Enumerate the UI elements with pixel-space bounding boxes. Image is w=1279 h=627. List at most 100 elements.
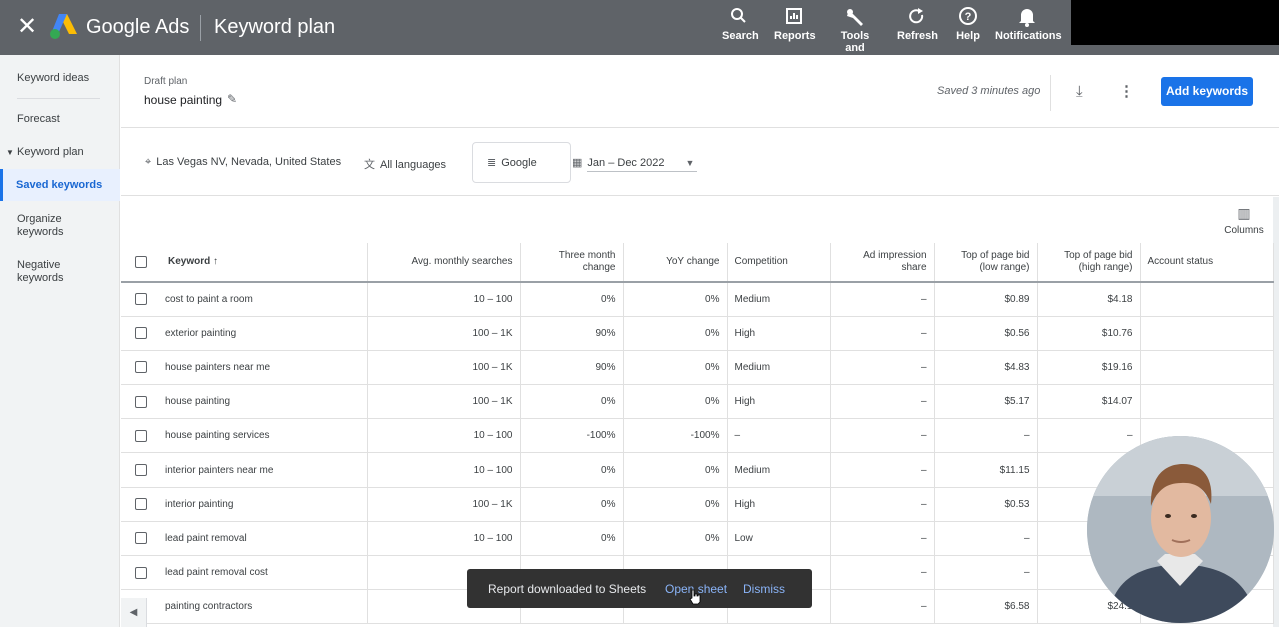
row-checkbox[interactable] (135, 327, 147, 340)
sidebar-item-keyword-plan[interactable]: ▼ Keyword plan (6, 146, 84, 159)
three-month-header[interactable]: Three month change (520, 243, 624, 283)
row-checkbox[interactable] (135, 429, 147, 442)
refresh-label: Refresh (897, 30, 938, 42)
yoy-header[interactable]: YoY change (623, 243, 728, 283)
refresh-button[interactable]: Refresh (897, 6, 938, 42)
dismiss-link[interactable]: Dismiss (743, 582, 785, 596)
sidebar-item-label: Keyword plan (16, 146, 84, 158)
more-vert-icon[interactable]: ⋮ (1119, 82, 1134, 100)
sidebar-item-negative-keywords[interactable]: Negative keywords (17, 259, 87, 285)
competition-cell: Medium (727, 350, 831, 386)
sidebar-item-label: Saved keywords (16, 179, 103, 191)
competition-cell: Medium (727, 282, 831, 317)
ad-share-cell: – (830, 521, 935, 557)
plan-name[interactable]: house painting (144, 93, 222, 107)
avg-searches-cell: 100 – 1K (367, 487, 521, 522)
row-checkbox[interactable] (135, 293, 147, 306)
edit-pencil-icon[interactable]: ✎ (227, 92, 237, 106)
translate-icon: 文 (364, 159, 375, 171)
avg-searches-cell: 100 – 1K (367, 350, 521, 386)
date-range-filter[interactable]: ▦ Jan – Dec 2022 ▼ (572, 156, 694, 169)
language-value: All languages (380, 159, 447, 171)
location-filter[interactable]: ⌖ Las Vegas NV, Nevada, United States (145, 156, 341, 169)
saved-status: Saved 3 minutes ago (937, 85, 1041, 97)
table-row[interactable]: house painters near me 100 – 1K 90% 0% Mediu… (121, 350, 1274, 386)
avg-searches-cell: 100 – 1K (367, 316, 521, 351)
columns-icon: ▥ (1237, 205, 1251, 221)
row-checkbox[interactable] (135, 395, 147, 408)
ad-share-cell: – (830, 555, 935, 591)
search-icon (731, 8, 746, 23)
help-label: Help (956, 30, 980, 42)
network-filter-label[interactable]: ≣ Google (487, 156, 537, 169)
reports-icon (786, 8, 802, 24)
row-select-cell (121, 521, 161, 557)
top-app-bar: ✕ Google Ads Keyword plan Search Reports… (0, 0, 1279, 66)
search-tool-button[interactable]: Search (722, 6, 759, 42)
row-select-cell (121, 350, 161, 386)
scroll-left-button[interactable]: ◀ (121, 598, 147, 627)
three-month-cell: 0% (520, 282, 624, 317)
table-row[interactable]: cost to paint a room 10 – 100 0% 0% Medium – $… (121, 282, 1274, 317)
keyword-cell: painting contractors (161, 589, 368, 625)
sidebar-item-organize-keywords[interactable]: Organize keywords (17, 213, 87, 239)
search-network-icon: ≣ (487, 157, 497, 169)
reports-tool-button[interactable]: Reports (774, 6, 816, 42)
ad-share-cell: – (830, 487, 935, 522)
yoy-cell: 0% (623, 282, 728, 317)
select-all-checkbox[interactable] (135, 255, 147, 268)
select-all-cell (121, 243, 161, 283)
bid-high-header[interactable]: Top of page bid (high range) (1037, 243, 1141, 283)
keyword-header[interactable]: Keyword ↑ (161, 243, 368, 283)
ad-share-cell: – (830, 350, 935, 386)
bid-low-cell: – (934, 555, 1038, 591)
location-pin-icon: ⌖ (145, 156, 152, 168)
three-month-cell: -100% (520, 418, 624, 454)
ad-share-cell: – (830, 418, 935, 454)
yoy-cell: 0% (623, 452, 728, 488)
table-row[interactable]: house painting 100 – 1K 0% 0% High – $5.17 $14.… (121, 384, 1274, 420)
row-select-cell (121, 384, 161, 420)
bid-low-header[interactable]: Top of page bid (low range) (934, 243, 1038, 283)
caret-down-icon: ▼ (6, 148, 14, 157)
bell-icon (1019, 9, 1035, 27)
language-filter[interactable]: 文 All languages (364, 156, 446, 172)
row-checkbox[interactable] (135, 464, 147, 477)
avg-searches-header[interactable]: Avg. monthly searches (367, 243, 521, 283)
bid-low-cell: $0.89 (934, 282, 1038, 317)
sidebar-item-keyword-ideas[interactable]: Keyword ideas (17, 72, 89, 85)
add-keywords-button[interactable]: Add keywords (1161, 77, 1253, 106)
download-icon[interactable]: ⤓ (1076, 83, 1083, 100)
ad-share-cell: – (830, 282, 935, 317)
ad-share-cell: – (830, 316, 935, 351)
notifications-button[interactable]: Notifications (995, 6, 1062, 42)
wrench-icon (847, 9, 863, 26)
columns-button[interactable]: ▥ Columns (1219, 205, 1269, 236)
keyword-cell: lead paint removal cost (161, 555, 368, 591)
row-checkbox[interactable] (135, 498, 147, 511)
competition-header[interactable]: Competition (727, 243, 831, 283)
keyword-cell: house painters near me (161, 350, 368, 386)
three-month-cell: 0% (520, 384, 624, 420)
competition-cell: Medium (727, 452, 831, 488)
help-button[interactable]: ? Help (954, 6, 982, 42)
sidebar-item-saved-keywords[interactable]: Saved keywords (0, 169, 120, 201)
close-icon[interactable]: ✕ (17, 14, 37, 40)
account-status-header[interactable]: Account status (1140, 243, 1274, 283)
table-row[interactable]: house painting services 10 – 100 -100% -100… (121, 418, 1274, 454)
row-checkbox[interactable] (135, 566, 147, 579)
keyword-cell: house painting services (161, 418, 368, 454)
notifications-label: Notifications (995, 30, 1062, 42)
row-checkbox[interactable] (135, 532, 147, 545)
competition-cell: High (727, 316, 831, 351)
keyword-cell: house painting (161, 384, 368, 420)
competition-cell: – (727, 418, 831, 454)
yoy-cell: 0% (623, 521, 728, 557)
competition-cell: High (727, 384, 831, 420)
row-checkbox[interactable] (135, 361, 147, 374)
ad-share-header[interactable]: Ad impression share (830, 243, 935, 283)
table-row[interactable]: exterior painting 100 – 1K 90% 0% High – $0.56… (121, 316, 1274, 351)
draft-label: Draft plan (144, 76, 188, 87)
bid-high-cell: – (1037, 418, 1141, 454)
sidebar-item-forecast[interactable]: Forecast (17, 113, 60, 126)
